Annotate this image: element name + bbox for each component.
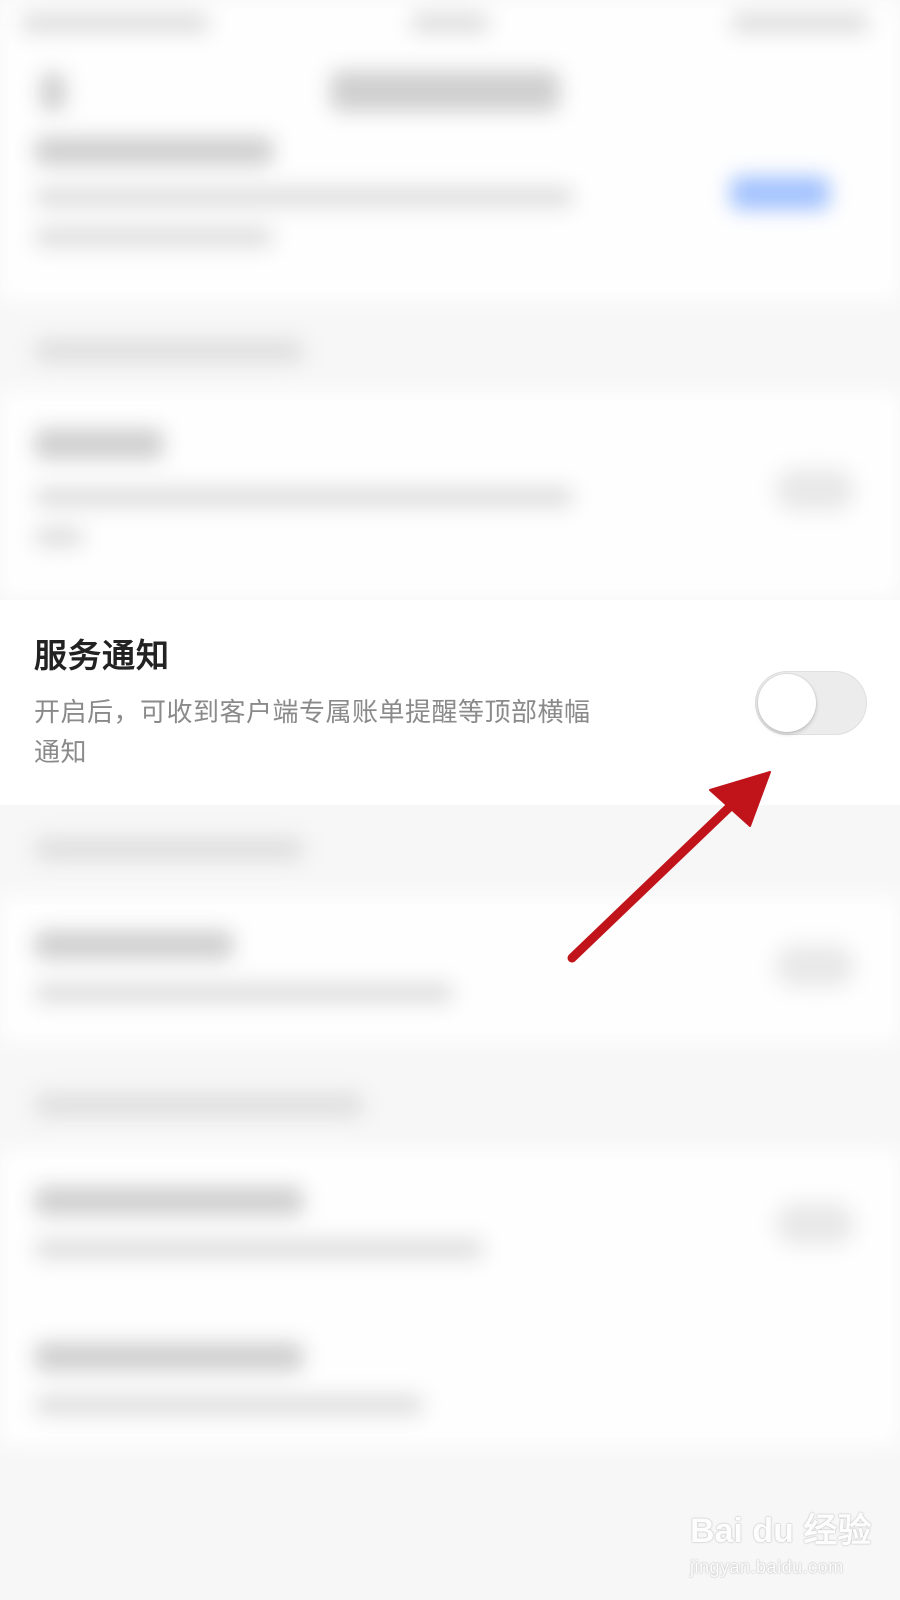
blurred-line [34, 486, 574, 508]
baidu-jingyan-watermark: Bai du 经验 jingyan.baidu.com [690, 1503, 872, 1583]
blurred-line [34, 1342, 304, 1372]
blurred-panel [0, 392, 900, 598]
blurred-line [34, 136, 274, 166]
blurred-line [34, 982, 454, 1004]
blurred-line [34, 1186, 304, 1216]
blurred-line [34, 526, 84, 548]
blurred-toggle [775, 944, 855, 988]
blurred-section-header [34, 1092, 364, 1118]
blurred-line [34, 428, 164, 460]
blurred-line [34, 1238, 484, 1260]
blurred-status-right [730, 12, 870, 34]
blurred-toggle [775, 468, 855, 512]
blurred-back-icon [40, 72, 66, 112]
service-notification-toggle[interactable] [755, 671, 867, 735]
blurred-line [34, 226, 274, 248]
blurred-page-title [330, 70, 560, 112]
service-notification-title: 服务通知 [34, 637, 170, 674]
watermark-site: jingyan.baidu.com [690, 1557, 844, 1577]
blurred-header-panel [0, 0, 900, 300]
blurred-blue-button [730, 176, 830, 210]
blurred-line [34, 930, 234, 960]
blurred-panel [0, 1150, 900, 1446]
watermark-brand: Bai du 经验 [690, 1512, 872, 1550]
service-notification-description: 开启后，可收到客户端专属账单提醒等顶部横幅通知 [34, 697, 591, 767]
blurred-toggle [775, 1202, 855, 1246]
blurred-status-left [20, 12, 210, 34]
blurred-section-header [34, 836, 304, 862]
blurred-line [34, 186, 574, 208]
blurred-section-header [34, 338, 304, 364]
blurred-line [34, 1394, 424, 1416]
blurred-status-center [410, 12, 490, 34]
blurred-panel [0, 896, 900, 1042]
toggle-knob [758, 674, 816, 732]
